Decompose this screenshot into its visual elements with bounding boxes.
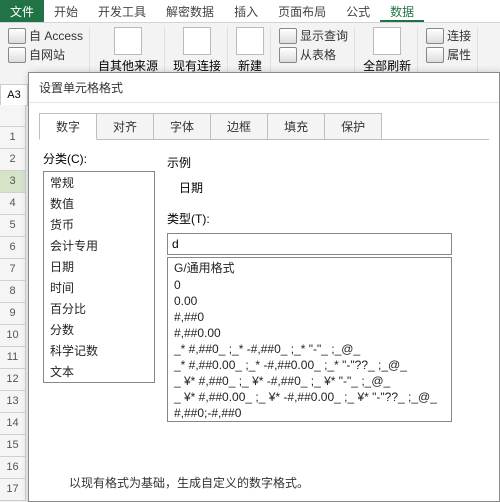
tab-font[interactable]: 字体 (153, 113, 211, 140)
category-list[interactable]: 常规数值货币会计专用日期时间百分比分数科学记数文本特殊自定义 (43, 171, 155, 383)
query-icon (279, 28, 297, 44)
table-icon (279, 47, 297, 63)
refresh-icon (373, 27, 401, 55)
row-header[interactable]: 8 (0, 281, 26, 303)
category-item[interactable]: 分数 (44, 319, 154, 340)
from-table-button[interactable]: 从表格 (279, 46, 348, 63)
category-item[interactable]: 科学记数 (44, 340, 154, 361)
other-sources-icon (114, 27, 142, 55)
tab-data[interactable]: 数据 (380, 0, 424, 22)
type-list-item[interactable]: _ ¥* #,##0_ ;_ ¥* -#,##0_ ;_ ¥* "-"_ ;_@… (168, 373, 451, 389)
tab-align[interactable]: 对齐 (96, 113, 154, 140)
row-header[interactable]: 15 (0, 435, 26, 457)
type-list-item[interactable]: _* #,##0_ ;_* -#,##0_ ;_* "-"_ ;_@_ (168, 341, 451, 357)
category-item[interactable]: 时间 (44, 277, 154, 298)
tab-dev[interactable]: 开发工具 (88, 0, 156, 22)
tab-decrypt[interactable]: 解密数据 (156, 0, 224, 22)
tab-insert[interactable]: 插入 (224, 0, 268, 22)
type-label: 类型(T): (167, 210, 485, 227)
from-web-button[interactable]: 自网站 (8, 46, 83, 63)
row-header[interactable]: 12 (0, 369, 26, 391)
row-header[interactable]: 17 (0, 479, 26, 501)
type-input[interactable] (167, 233, 452, 255)
tab-protect[interactable]: 保护 (324, 113, 382, 140)
new-query-icon (236, 27, 264, 55)
row-header[interactable]: 1 (0, 127, 26, 149)
tab-fill[interactable]: 填充 (267, 113, 325, 140)
tab-number[interactable]: 数字 (39, 113, 97, 140)
dialog-title: 设置单元格格式 (29, 73, 499, 103)
category-item[interactable]: 常规 (44, 172, 154, 193)
category-item[interactable]: 特殊 (44, 382, 154, 383)
category-item[interactable]: 日期 (44, 256, 154, 277)
show-query-button[interactable]: 显示查询 (279, 27, 348, 44)
row-header[interactable] (0, 105, 26, 127)
type-list-item[interactable]: #,##0;[红色]-#,##0 (168, 421, 451, 422)
category-item[interactable]: 数值 (44, 193, 154, 214)
category-item[interactable]: 货币 (44, 214, 154, 235)
tab-file[interactable]: 文件 (0, 0, 44, 22)
type-list-item[interactable]: #,##0.00 (168, 325, 451, 341)
type-list[interactable]: G/通用格式00.00#,##0#,##0.00_* #,##0_ ;_* -#… (167, 257, 452, 422)
sample-label: 示例 (167, 154, 485, 171)
row-header[interactable]: 5 (0, 215, 26, 237)
access-icon (8, 28, 26, 44)
row-header[interactable]: 14 (0, 413, 26, 435)
row-header[interactable]: 16 (0, 457, 26, 479)
row-header[interactable]: 13 (0, 391, 26, 413)
type-list-item[interactable]: _ ¥* #,##0.00_ ;_ ¥* -#,##0.00_ ;_ ¥* "-… (168, 389, 451, 405)
prop-icon (426, 47, 444, 63)
category-label: 分类(C): (43, 150, 155, 167)
link-icon (426, 28, 444, 44)
type-list-item[interactable]: _* #,##0.00_ ;_* -#,##0.00_ ;_* "-"??_ ;… (168, 357, 451, 373)
from-access-button[interactable]: 自 Access (8, 27, 83, 44)
type-list-item[interactable]: G/通用格式 (168, 258, 451, 277)
connections-button[interactable]: 连接 (426, 27, 471, 44)
tab-formula[interactable]: 公式 (336, 0, 380, 22)
row-headers: 1234567891011121314151617 (0, 105, 26, 501)
ribbon-tabs: 文件 开始 开发工具 解密数据 插入 页面布局 公式 数据 (0, 0, 500, 23)
row-header[interactable]: 10 (0, 325, 26, 347)
row-header[interactable]: 11 (0, 347, 26, 369)
tab-border[interactable]: 边框 (210, 113, 268, 140)
type-list-item[interactable]: #,##0 (168, 309, 451, 325)
name-box[interactable]: A3 (0, 84, 28, 106)
type-list-item[interactable]: 0 (168, 277, 451, 293)
existing-conn-icon (183, 27, 211, 55)
category-item[interactable]: 文本 (44, 361, 154, 382)
type-list-item[interactable]: #,##0;-#,##0 (168, 405, 451, 421)
web-icon (8, 47, 26, 63)
type-list-item[interactable]: 0.00 (168, 293, 451, 309)
row-header[interactable]: 4 (0, 193, 26, 215)
tab-layout[interactable]: 页面布局 (268, 0, 336, 22)
sample-value: 日期 (167, 177, 485, 206)
tab-home[interactable]: 开始 (44, 0, 88, 22)
format-note: 以现有格式为基础，生成自定义的数字格式。 (69, 474, 309, 491)
properties-button[interactable]: 属性 (426, 46, 471, 63)
category-item[interactable]: 百分比 (44, 298, 154, 319)
row-header[interactable]: 2 (0, 149, 26, 171)
format-cells-dialog: 设置单元格格式 数字 对齐 字体 边框 填充 保护 分类(C): 常规数值货币会… (28, 72, 500, 502)
dialog-tabbar: 数字 对齐 字体 边框 填充 保护 (29, 103, 499, 140)
row-header[interactable]: 3 (0, 171, 26, 193)
row-header[interactable]: 7 (0, 259, 26, 281)
row-header[interactable]: 6 (0, 237, 26, 259)
row-header[interactable]: 9 (0, 303, 26, 325)
category-item[interactable]: 会计专用 (44, 235, 154, 256)
